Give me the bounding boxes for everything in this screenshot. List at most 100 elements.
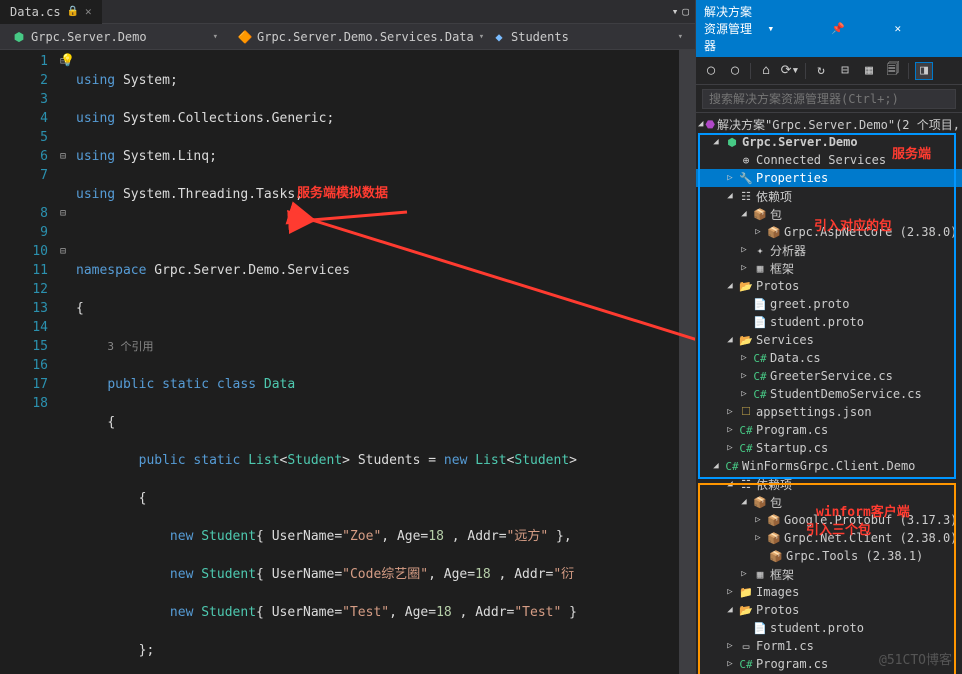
nav-member-dropdown[interactable]: ◆ Students ▾ xyxy=(484,26,691,48)
solution-explorer-title: 解决方案资源管理器 ▾ 📌 ✕ xyxy=(696,0,962,57)
cs-file-icon: C# xyxy=(752,368,768,384)
protos-folder[interactable]: ◢📂Protos xyxy=(696,277,962,295)
packages-node[interactable]: ◢📦包 xyxy=(696,205,962,223)
line-gutter: 123456789101112131415161718 xyxy=(0,50,54,674)
preview-icon[interactable]: ◨ xyxy=(915,62,933,80)
cs-file-icon: C# xyxy=(738,422,754,438)
tab-data-cs[interactable]: Data.cs 🔒 ✕ xyxy=(0,0,102,24)
protos-folder-2[interactable]: ◢📂Protos xyxy=(696,601,962,619)
framework-icon: ▦ xyxy=(752,260,768,276)
code-editor[interactable]: 💡 123456789101112131415161718 ⊟⊟⊟⊟ using… xyxy=(0,50,695,674)
cs-file-icon: C# xyxy=(752,350,768,366)
csproj-icon: ⬢ xyxy=(12,30,26,44)
class-icon: 🔶 xyxy=(238,30,252,44)
nav-member-label: Students xyxy=(511,30,569,44)
startup-cs-file[interactable]: ▷C#Startup.cs xyxy=(696,439,962,457)
collapse-icon[interactable]: ⊟ xyxy=(836,62,854,80)
project-node-client[interactable]: ◢C#WinFormsGrpc.Client.Demo xyxy=(696,457,962,475)
home-icon[interactable]: ⌂ xyxy=(757,62,775,80)
tab-dropdown-icon[interactable]: ▾ xyxy=(672,5,679,18)
deps-icon: ☷ xyxy=(738,476,754,492)
appsettings-file[interactable]: ▷🞎appsettings.json xyxy=(696,403,962,421)
sync-icon[interactable]: ⟳▾ xyxy=(781,62,799,80)
forward-icon[interactable]: ◯ xyxy=(726,62,744,80)
project-node-server[interactable]: ◢⬢Grpc.Server.Demo xyxy=(696,133,962,151)
editor-tabbar: Data.cs 🔒 ✕ ▾ ▢ xyxy=(0,0,695,24)
properties-icon[interactable]: 🗐 xyxy=(884,62,902,80)
scrollbar-vertical[interactable] xyxy=(679,50,695,674)
proto-icon: 📄 xyxy=(752,620,768,636)
proto-icon: 📄 xyxy=(752,314,768,330)
chevron-down-icon: ▾ xyxy=(213,32,218,42)
folder-open-icon: 📂 xyxy=(738,278,754,294)
folder-open-icon: 📂 xyxy=(738,332,754,348)
framework-node-2[interactable]: ▷▦框架 xyxy=(696,565,962,583)
dependencies-node-2[interactable]: ◢☷依赖项 xyxy=(696,475,962,493)
package-icon: 📦 xyxy=(752,206,768,222)
greeter-cs-file[interactable]: ▷C#GreeterService.cs xyxy=(696,367,962,385)
connected-icon: ⊕ xyxy=(738,152,754,168)
cs-file-icon: C# xyxy=(738,656,754,672)
properties-node[interactable]: ▷🔧Properties xyxy=(696,169,962,187)
cs-file-icon: C# xyxy=(738,440,754,456)
tab-window-icon[interactable]: ▢ xyxy=(682,5,689,18)
proto-icon: 📄 xyxy=(752,296,768,312)
pkg-netclient[interactable]: ▷📦Grpc.Net.Client (2.38.0) xyxy=(696,529,962,547)
packages-node-2[interactable]: ◢📦包 xyxy=(696,493,962,511)
chevron-down-icon: ▾ xyxy=(678,32,683,42)
nav-project-label: Grpc.Server.Demo xyxy=(31,30,147,44)
close-icon[interactable]: ✕ xyxy=(895,22,955,35)
solution-node[interactable]: ◢⬣解决方案"Grpc.Server.Demo"(2 个项目, 共 xyxy=(696,115,962,133)
services-folder[interactable]: ◢📂Services xyxy=(696,331,962,349)
package-icon: 📦 xyxy=(768,548,784,564)
back-icon[interactable]: ◯ xyxy=(702,62,720,80)
solution-icon: ⬣ xyxy=(705,116,715,132)
csproj-icon: C# xyxy=(724,458,740,474)
program-cs-file[interactable]: ▷C#Program.cs xyxy=(696,421,962,439)
student-proto-2[interactable]: 📄student.proto xyxy=(696,619,962,637)
folder-open-icon: 📂 xyxy=(738,602,754,618)
nav-class-label: Grpc.Server.Demo.Services.Data xyxy=(257,30,474,44)
json-icon: 🞎 xyxy=(738,404,754,420)
pin-icon[interactable]: 📌 xyxy=(831,22,891,35)
studentdemo-cs-file[interactable]: ▷C#StudentDemoService.cs xyxy=(696,385,962,403)
solution-explorer-search xyxy=(696,85,962,113)
dependencies-node[interactable]: ◢☷依赖项 xyxy=(696,187,962,205)
refresh-icon[interactable]: ↻ xyxy=(812,62,830,80)
field-icon: ◆ xyxy=(492,30,506,44)
form-icon: ▭ xyxy=(738,638,754,654)
deps-icon: ☷ xyxy=(738,188,754,204)
search-input[interactable] xyxy=(702,89,956,109)
nav-class-dropdown[interactable]: 🔶 Grpc.Server.Demo.Services.Data ▾ xyxy=(230,26,480,48)
analyzers-node[interactable]: ▷✦分析器 xyxy=(696,241,962,259)
wrench-icon: 🔧 xyxy=(738,170,754,186)
code-area[interactable]: using System; using System.Collections.G… xyxy=(72,50,679,674)
solution-tree[interactable]: ◢⬣解决方案"Grpc.Server.Demo"(2 个项目, 共 ◢⬢Grpc… xyxy=(696,113,962,674)
student-proto[interactable]: 📄student.proto xyxy=(696,313,962,331)
pkg-tools[interactable]: 📦Grpc.Tools (2.38.1) xyxy=(696,547,962,565)
analyzer-icon: ✦ xyxy=(752,242,768,258)
panel-title-label: 解决方案资源管理器 xyxy=(704,3,764,54)
greet-proto[interactable]: 📄greet.proto xyxy=(696,295,962,313)
cs-file-icon: C# xyxy=(752,386,768,402)
pkg-aspnetcore[interactable]: ▷📦Grpc.AspNetCore (2.38.0) xyxy=(696,223,962,241)
pkg-protobuf[interactable]: ▷📦Google.Protobuf (3.17.3) xyxy=(696,511,962,529)
data-cs-file[interactable]: ▷C#Data.cs xyxy=(696,349,962,367)
framework-node[interactable]: ▷▦框架 xyxy=(696,259,962,277)
code-navbar: ⬢ Grpc.Server.Demo ▾ 🔶 Grpc.Server.Demo.… xyxy=(0,24,695,50)
watermark: @51CTO博客 xyxy=(879,649,952,668)
framework-icon: ▦ xyxy=(752,566,768,582)
nav-project-dropdown[interactable]: ⬢ Grpc.Server.Demo ▾ xyxy=(4,26,226,48)
lock-icon: 🔒 xyxy=(67,6,79,17)
dropdown-icon[interactable]: ▾ xyxy=(768,22,828,35)
package-icon: 📦 xyxy=(766,224,782,240)
showall-icon[interactable]: ▦ xyxy=(860,62,878,80)
fold-gutter[interactable]: ⊟⊟⊟⊟ xyxy=(54,50,72,674)
folder-icon: 📁 xyxy=(738,584,754,600)
images-folder[interactable]: ▷📁Images xyxy=(696,583,962,601)
solution-explorer-toolbar: ◯ ◯ ⌂ ⟳▾ ↻ ⊟ ▦ 🗐 ◨ xyxy=(696,57,962,85)
close-icon[interactable]: ✕ xyxy=(85,5,92,18)
connected-services-node[interactable]: ⊕Connected Services xyxy=(696,151,962,169)
package-icon: 📦 xyxy=(752,494,768,510)
csproj-icon: ⬢ xyxy=(724,134,740,150)
